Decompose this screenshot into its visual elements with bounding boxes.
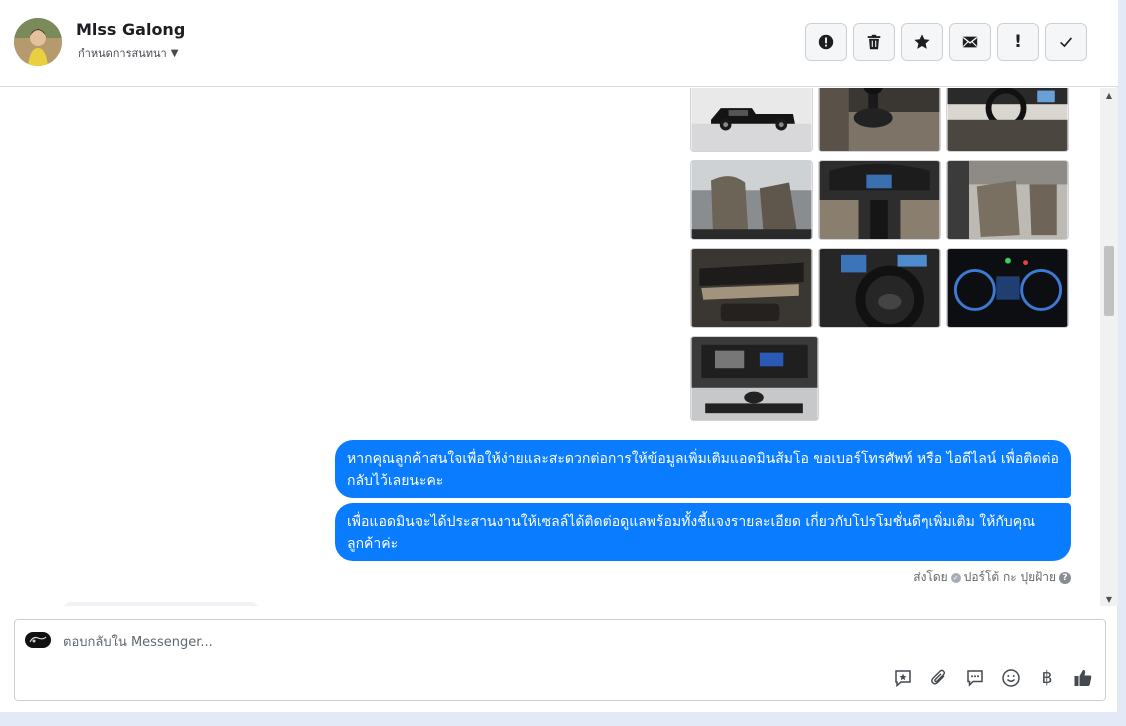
photo-instrument-cluster[interactable] xyxy=(946,248,1069,328)
emoji-button[interactable] xyxy=(999,666,1023,690)
envelope-icon xyxy=(962,36,978,48)
messenger-panel: Mlss Galong กำหนดการสนทนา ▼ ! หากคุณลูกค… xyxy=(0,0,1118,712)
photo-dashboard-steering[interactable] xyxy=(946,88,1069,152)
assign-label: กำหนดการสนทนา xyxy=(78,47,167,60)
help-icon[interactable]: ? xyxy=(1059,571,1071,584)
thread-scrollbar[interactable]: ▲ ▼ xyxy=(1100,88,1118,606)
message-bubble-outgoing[interactable]: เพื่อแอดมินจะได้ประสานงานให้เซลล์ได้ติดต… xyxy=(335,503,1071,561)
caret-down-icon: ▼ xyxy=(170,47,179,59)
attach-button[interactable] xyxy=(927,666,951,690)
photo-center-console[interactable] xyxy=(818,160,941,240)
photo-interior-rear[interactable] xyxy=(946,160,1069,240)
page-avatar xyxy=(25,632,51,648)
photo-engine-bay[interactable] xyxy=(690,336,819,421)
speech-bubble-icon xyxy=(967,670,983,687)
photo-front-seats[interactable] xyxy=(690,160,813,240)
conversation-header: Mlss Galong กำหนดการสนทนา ▼ ! xyxy=(0,0,1118,87)
star-icon xyxy=(914,34,930,49)
payment-button[interactable]: ฿ xyxy=(1035,666,1059,690)
photo-door-panel[interactable] xyxy=(690,248,813,328)
mark-done-button[interactable] xyxy=(1045,23,1087,61)
trash-icon xyxy=(867,34,881,50)
saved-reply-button[interactable] xyxy=(891,666,915,690)
star-button[interactable] xyxy=(901,23,943,61)
follow-up-button[interactable]: ! xyxy=(997,23,1039,61)
report-spam-button[interactable] xyxy=(805,23,847,61)
mark-unread-button[interactable] xyxy=(949,23,991,61)
delete-button[interactable] xyxy=(853,23,895,61)
scroll-thumb[interactable] xyxy=(1104,246,1114,316)
like-button[interactable] xyxy=(1071,666,1095,690)
quick-reply-button[interactable] xyxy=(963,666,987,690)
thumbs-up-icon xyxy=(1074,669,1092,686)
sent-by-meta: ส่งโดย ✓ ปอร์โต้ กะ ปุยฝ้าย ? xyxy=(913,568,1071,587)
baht-icon: ฿ xyxy=(1041,668,1053,688)
message-thread: หากคุณลูกค้าสนใจเพื่อให้ง่ายและสะดวกต่อก… xyxy=(0,88,1100,606)
reply-composer: ฿ xyxy=(14,619,1106,701)
checkmark-icon xyxy=(1060,37,1073,48)
photo-attachment-grid xyxy=(690,88,1069,421)
verified-check-icon: ✓ xyxy=(950,572,961,583)
alert-circle-icon xyxy=(818,34,834,50)
photo-steering-wheel[interactable] xyxy=(818,248,941,328)
chat-star-icon xyxy=(895,670,911,688)
exclamation-icon: ! xyxy=(1014,32,1022,52)
composer-tools: ฿ xyxy=(891,666,1095,690)
photo-gear-shifter[interactable] xyxy=(818,88,941,152)
scroll-up-arrow-icon[interactable]: ▲ xyxy=(1100,88,1118,102)
contact-avatar[interactable] xyxy=(14,18,62,66)
assign-conversation-dropdown[interactable]: กำหนดการสนทนา ▼ xyxy=(78,44,178,62)
smiley-icon xyxy=(1002,669,1020,687)
message-bubble-outgoing[interactable]: หากคุณลูกค้าสนใจเพื่อให้ง่ายและสะดวกต่อก… xyxy=(335,440,1071,498)
sender-name[interactable]: ปอร์โต้ กะ ปุยฝ้าย xyxy=(964,568,1056,587)
paperclip-icon xyxy=(931,669,946,685)
reply-input[interactable] xyxy=(63,630,763,654)
sent-by-label: ส่งโดย xyxy=(913,570,948,584)
conversation-toolbar: ! xyxy=(805,23,1087,61)
scroll-down-arrow-icon[interactable]: ▼ xyxy=(1100,592,1118,606)
photo-exterior-side[interactable] xyxy=(690,88,813,152)
incoming-message-bubble xyxy=(62,602,260,606)
contact-name[interactable]: Mlss Galong xyxy=(76,20,185,39)
